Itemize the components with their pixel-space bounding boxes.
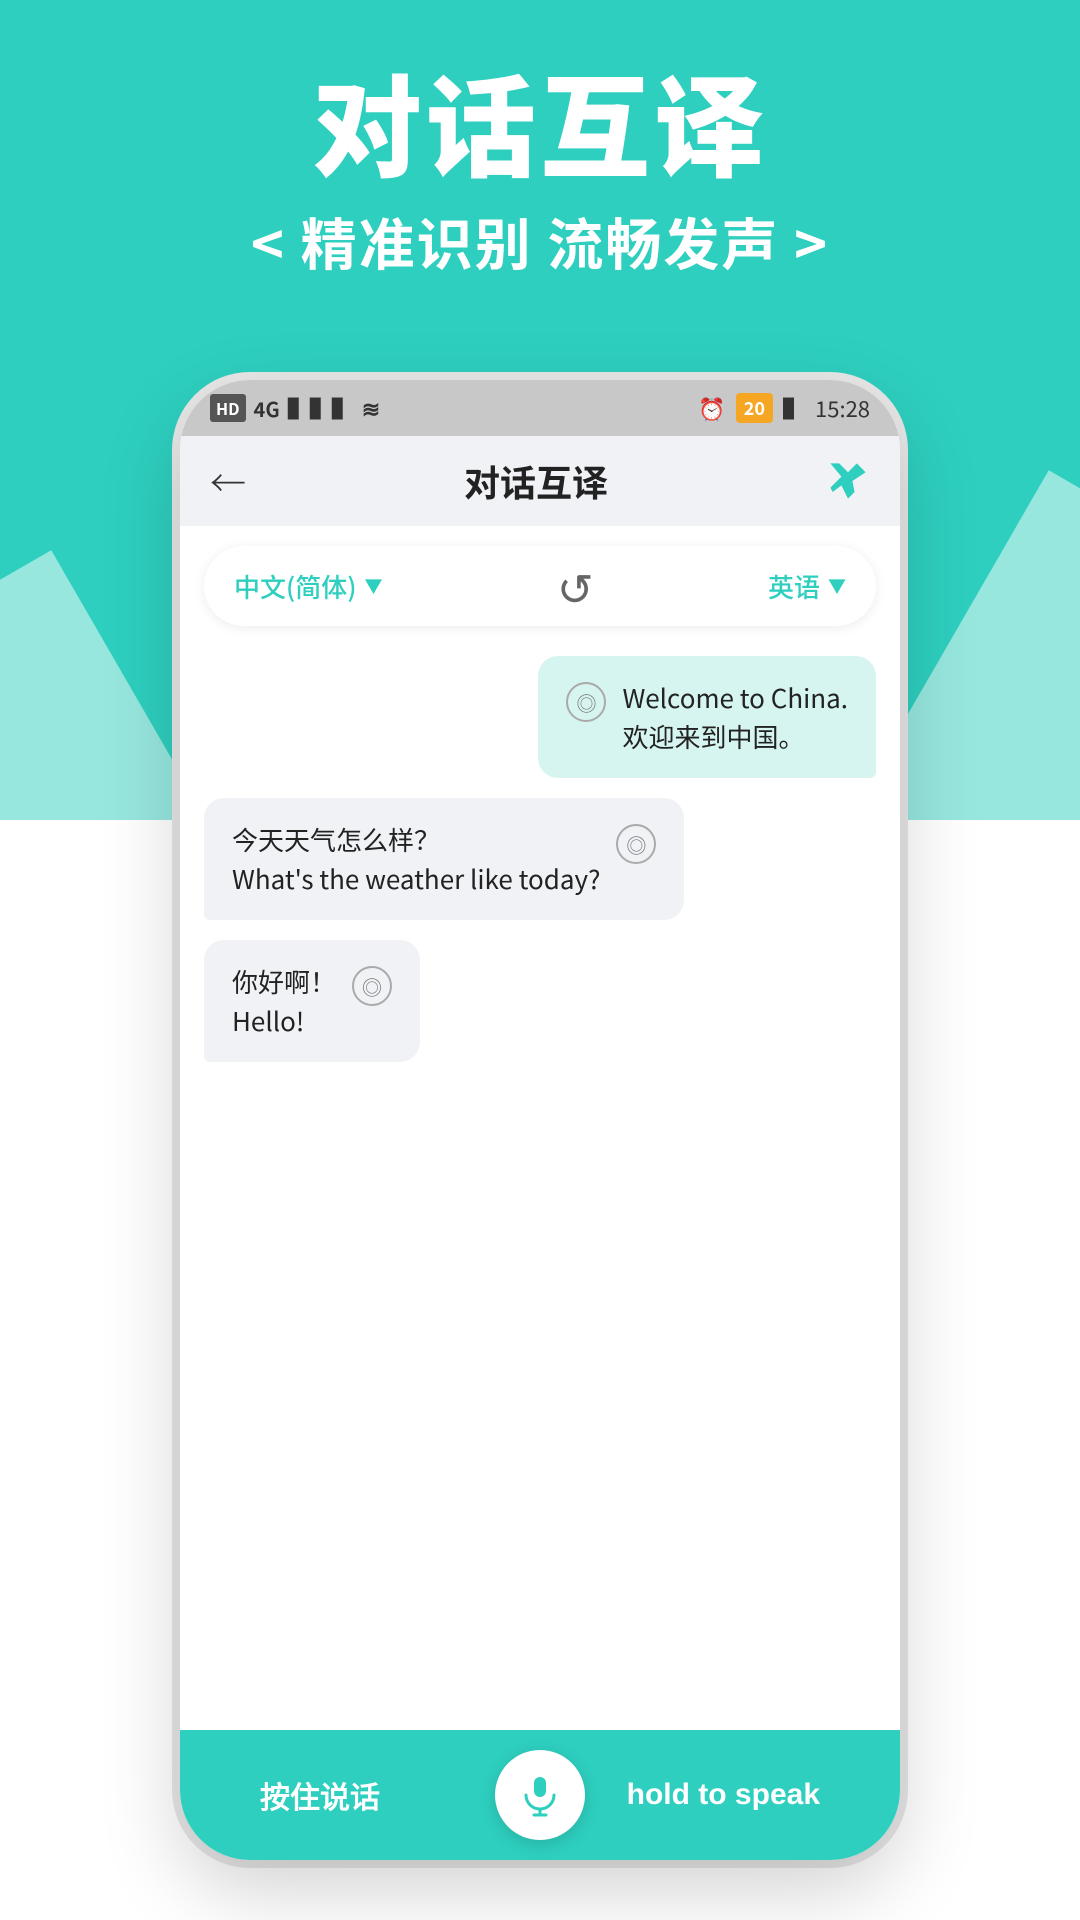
hold-to-speak-right-button[interactable]: hold to speak [577,1756,870,1834]
chat-message-3: 你好啊！ Hello! [204,940,420,1062]
bubble-text-1: Welcome to China. 欢迎来到中国。 [622,678,848,756]
swap-languages-button[interactable]: ↺ [557,554,594,618]
msg2-line1: 今天天气怎么样？ [232,821,440,858]
time-display: 15:28 [815,392,870,424]
header-area: 对话互译 < 精准识别 流畅发声 > [0,60,1080,282]
msg1-line1: Welcome to China. [622,679,848,716]
sub-title: < 精准识别 流畅发声 > [0,201,1080,282]
alarm-icon: ⏰ [698,392,725,424]
lang-right-arrow: ▼ [828,573,846,599]
mic-icon [518,1773,562,1817]
main-title: 对话互译 [0,60,1080,181]
lang-left-selector[interactable]: 中文(简体) ▼ [234,568,383,605]
battery-badge: 20 [736,393,773,423]
msg1-line2: 欢迎来到中国。 [622,718,804,755]
microphone-button[interactable] [495,1750,585,1840]
wifi-icon: ≋ [362,392,380,424]
lang-bar: 中文(简体) ▼ ↺ 英语 ▼ [204,546,876,626]
battery-icon: ▌ [783,392,805,424]
lang-right-text: 英语 [768,568,820,605]
app-header: ← 对话互译 [180,436,900,526]
signal-bars-icon: ▌▌▌ [288,392,354,424]
lang-left-text: 中文(简体) [234,568,357,605]
status-bar-right: ⏰ 20 ▌ 15:28 [698,392,870,424]
bottom-bar: 按住说话 hold to speak [180,1730,900,1860]
play-audio-btn-2[interactable] [616,824,656,864]
chat-area: Welcome to China. 欢迎来到中国。 今天天气怎么样？ What'… [180,646,900,1730]
bubble-text-3: 你好啊！ Hello! [232,962,336,1040]
chat-message-1: Welcome to China. 欢迎来到中国。 [538,656,876,778]
msg3-line2: Hello! [232,1002,304,1039]
lang-left-arrow: ▼ [365,573,383,599]
lang-right-selector[interactable]: 英语 ▼ [768,568,846,605]
bubble-text-2: 今天天气怎么样？ What's the weather like today? [232,820,600,898]
app-title: 对话互译 [464,455,608,507]
status-bar-left: HD 4G ▌▌▌ ≋ [210,392,380,424]
play-audio-btn-1[interactable] [566,682,606,722]
hold-to-speak-left-button[interactable]: 按住说话 [210,1751,430,1839]
pin-icon[interactable] [826,459,870,503]
phone-mockup: HD 4G ▌▌▌ ≋ ⏰ 20 ▌ 15:28 ← 对话互译 中文(简体) ▼… [180,380,900,1860]
msg2-line2: What's the weather like today? [232,860,600,897]
play-audio-btn-3[interactable] [352,966,392,1006]
status-bar: HD 4G ▌▌▌ ≋ ⏰ 20 ▌ 15:28 [180,380,900,436]
back-button[interactable]: ← [210,455,246,507]
hd-badge: HD [210,394,246,422]
signal-4g: 4G [254,394,280,423]
chat-message-2: 今天天气怎么样？ What's the weather like today? [204,798,684,920]
msg3-line1: 你好啊！ [232,963,336,1000]
